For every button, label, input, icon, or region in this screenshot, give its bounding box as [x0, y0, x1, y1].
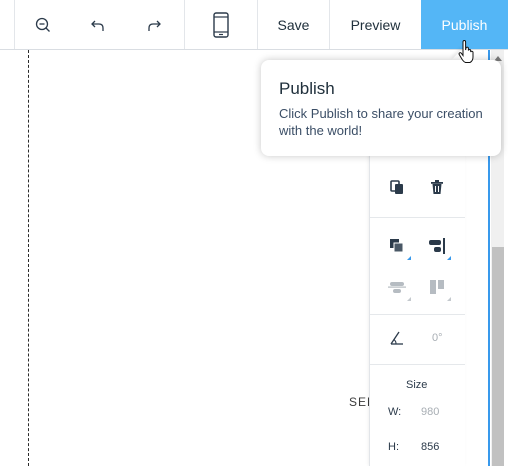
- size-label: Size: [406, 379, 428, 391]
- publish-label: Publish: [441, 16, 488, 33]
- tooltip-title: Publish: [279, 79, 335, 98]
- publish-tooltip: Publish Click Publish to share your crea…: [261, 60, 501, 156]
- arrange-button[interactable]: [386, 235, 408, 257]
- rotate-button[interactable]: [386, 327, 408, 349]
- save-label: Save: [277, 16, 310, 33]
- scrollbar-thumb[interactable]: [492, 247, 504, 466]
- dropdown-corner-icon: [407, 297, 411, 301]
- redo-button[interactable]: [126, 0, 181, 49]
- undo-icon: [90, 20, 104, 31]
- distribute-icon: [388, 282, 406, 293]
- rotation-value[interactable]: 0°: [432, 332, 443, 344]
- height-label: H:: [388, 441, 399, 453]
- preview-label: Preview: [350, 16, 401, 33]
- preview-button[interactable]: Preview: [330, 0, 421, 49]
- dropdown-corner-icon: [407, 256, 411, 260]
- rotate-angle-icon: [390, 331, 403, 345]
- panel-divider: [370, 364, 465, 365]
- save-button[interactable]: Save: [258, 0, 329, 49]
- top-toolbar: Save Preview Publish: [0, 0, 508, 50]
- gridline-guide: [28, 50, 29, 466]
- match-size-icon: [430, 280, 444, 294]
- undo-button[interactable]: [70, 0, 125, 49]
- trash-icon: [431, 180, 443, 194]
- arrange-icon: [390, 239, 404, 253]
- align-icon: [429, 238, 445, 254]
- width-value[interactable]: 980: [421, 406, 439, 418]
- width-label: W:: [388, 406, 402, 418]
- redo-icon: [147, 20, 161, 31]
- zoom-out-icon: [35, 17, 50, 32]
- height-value[interactable]: 856: [421, 441, 439, 453]
- panel-divider: [370, 314, 465, 315]
- distribute-button: [386, 276, 408, 298]
- duplicate-button[interactable]: [386, 176, 408, 198]
- delete-button[interactable]: [426, 176, 448, 198]
- align-button[interactable]: [426, 235, 448, 257]
- element-settings-panel: 0° Size W: 980 H: 856: [369, 150, 465, 466]
- duplicate-icon: [390, 180, 403, 194]
- dropdown-corner-icon: [447, 297, 451, 301]
- dropdown-corner-icon: [447, 256, 451, 260]
- panel-divider: [370, 217, 465, 218]
- match-size-button: [426, 276, 448, 298]
- mobile-view-button[interactable]: [185, 0, 257, 49]
- tooltip-body: Click Publish to share your creation wit…: [279, 106, 483, 138]
- zoom-out-button[interactable]: [15, 0, 70, 49]
- hand-cursor-icon: [458, 40, 474, 63]
- mobile-view-icon: [213, 11, 229, 38]
